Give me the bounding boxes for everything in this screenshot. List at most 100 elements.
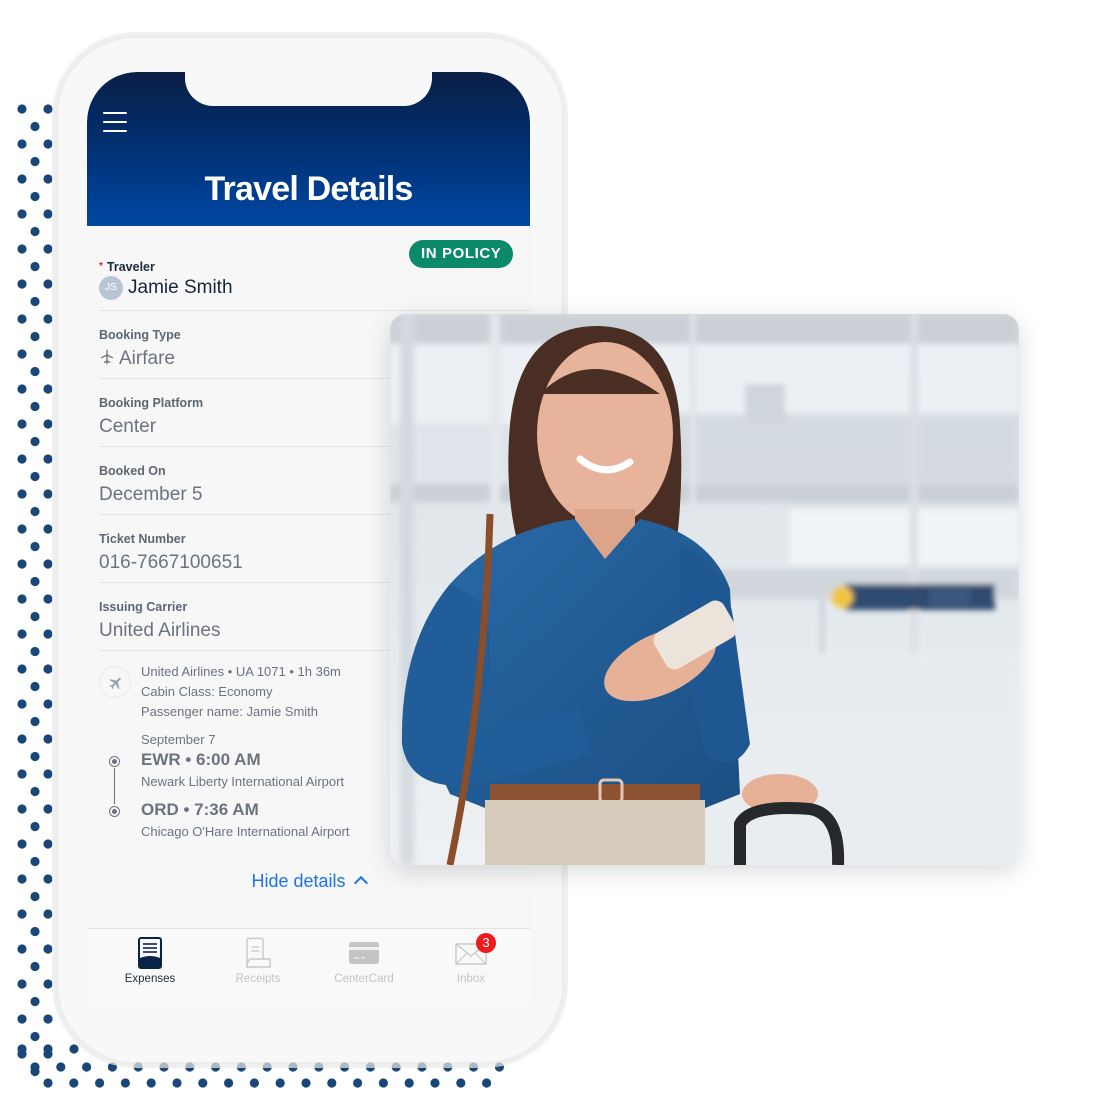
decoration-dot	[30, 541, 40, 552]
decoration-dot	[17, 489, 27, 499]
decoration-dot	[30, 156, 40, 167]
decoration-dot	[43, 209, 53, 219]
decoration-dot	[95, 1078, 105, 1088]
decoration-dot	[275, 1078, 285, 1088]
decoration-dot	[43, 804, 53, 814]
flight-date: September 7	[141, 732, 216, 747]
tab-inbox[interactable]: 3 Inbox	[416, 933, 526, 985]
decoration-dot	[69, 1078, 79, 1088]
tab-receipts[interactable]: Receipts	[203, 935, 313, 985]
decoration-dot	[17, 454, 27, 464]
decoration-dot	[43, 699, 53, 709]
decoration-dot	[30, 471, 40, 482]
decoration-dot	[30, 611, 40, 622]
hamburger-menu-icon[interactable]	[103, 112, 127, 132]
decoration-dot	[17, 1014, 27, 1024]
decoration-dot	[17, 1044, 27, 1054]
decoration-dot	[43, 839, 53, 849]
timeline-line	[114, 768, 115, 804]
decoration-dot	[224, 1078, 234, 1088]
decoration-dot	[378, 1078, 388, 1088]
decoration-dot	[43, 314, 53, 324]
arrival-code-time: ORD • 7:36 AM	[141, 800, 259, 819]
decoration-dot	[340, 1062, 350, 1072]
decoration-dot	[43, 489, 53, 499]
decoration-dot	[17, 419, 27, 429]
decoration-dot	[43, 1044, 53, 1054]
decoration-dot	[301, 1078, 311, 1088]
decoration-dot	[417, 1062, 427, 1072]
decoration-dot	[288, 1062, 298, 1072]
decoration-dot	[43, 139, 53, 149]
decoration-dot	[43, 384, 53, 394]
decoration-dot	[107, 1062, 117, 1072]
decoration-dot	[17, 1049, 27, 1059]
traveler-field: * Traveler JS Jamie Smith	[99, 260, 519, 300]
arrival-airport: Chicago O'Hare International Airport	[141, 824, 350, 839]
decoration-dot	[43, 664, 53, 674]
decoration-dot	[30, 366, 40, 377]
airplane-icon	[109, 677, 121, 690]
decoration-dot	[17, 314, 27, 324]
decoration-dot	[17, 559, 27, 569]
decoration-dot	[443, 1062, 453, 1072]
departure-dot-icon	[109, 756, 120, 767]
decoration-dot	[43, 979, 53, 989]
decoration-dot	[30, 401, 40, 412]
decoration-dot	[43, 174, 53, 184]
tab-receipts-label: Receipts	[235, 973, 281, 985]
hide-details-button[interactable]: Hide details	[87, 871, 530, 892]
decoration-dot	[30, 121, 40, 132]
decoration-dot	[404, 1078, 414, 1088]
traveler-value[interactable]: JS Jamie Smith	[99, 276, 519, 300]
decoration-dot	[43, 419, 53, 429]
bottom-tab-bar: Expenses Receipts CenterCard 3 Inbox	[87, 928, 530, 1004]
decoration-dot	[314, 1062, 324, 1072]
page-title: Travel Details	[204, 170, 413, 208]
decoration-dot	[30, 891, 40, 902]
airplane-icon	[101, 349, 113, 365]
decoration-dot	[30, 226, 40, 237]
decoration-dot	[30, 926, 40, 937]
app-header: Travel Details	[87, 72, 530, 226]
decoration-dot	[17, 629, 27, 639]
tab-inbox-label: Inbox	[456, 973, 486, 985]
decoration-dot	[172, 1078, 182, 1088]
credit-card-icon	[309, 935, 419, 969]
departure-airport: Newark Liberty International Airport	[141, 774, 345, 789]
decoration-dot	[17, 279, 27, 289]
decoration-dot	[327, 1078, 337, 1088]
traveler-photo	[390, 314, 1019, 865]
decoration-dot	[482, 1078, 492, 1088]
decoration-dot	[249, 1078, 259, 1088]
decoration-dot	[30, 646, 40, 657]
decoration-dot	[43, 769, 53, 779]
decoration-dot	[30, 821, 40, 832]
flight-summary: United Airlines • UA 1071 • 1h 36m	[141, 664, 341, 679]
decoration-dot	[17, 244, 27, 254]
decoration-dot	[469, 1062, 479, 1072]
departure-code-time: EWR • 6:00 AM	[141, 750, 261, 769]
decoration-dot	[17, 909, 27, 919]
decoration-dot	[30, 786, 40, 797]
decoration-dot	[494, 1062, 504, 1072]
traveler-label: * Traveler	[99, 260, 519, 274]
decoration-dot	[82, 1062, 92, 1072]
decoration-dot	[43, 629, 53, 639]
decoration-dot	[30, 506, 40, 517]
decoration-dot	[456, 1078, 466, 1088]
decoration-dot	[30, 1031, 40, 1042]
tab-expenses[interactable]: Expenses	[95, 935, 205, 985]
tab-centercard[interactable]: CenterCard	[309, 935, 419, 985]
inbox-notification-badge: 3	[476, 933, 496, 953]
decoration-dot	[17, 769, 27, 779]
decoration-dot	[30, 681, 40, 692]
decoration-dot	[185, 1062, 195, 1072]
decoration-dot	[17, 209, 27, 219]
arrival-dot-icon	[109, 806, 120, 817]
decoration-dot	[133, 1062, 143, 1072]
decoration-dot	[17, 349, 27, 359]
decoration-dot	[17, 979, 27, 989]
expenses-icon	[95, 935, 205, 969]
decoration-dot	[211, 1062, 221, 1072]
